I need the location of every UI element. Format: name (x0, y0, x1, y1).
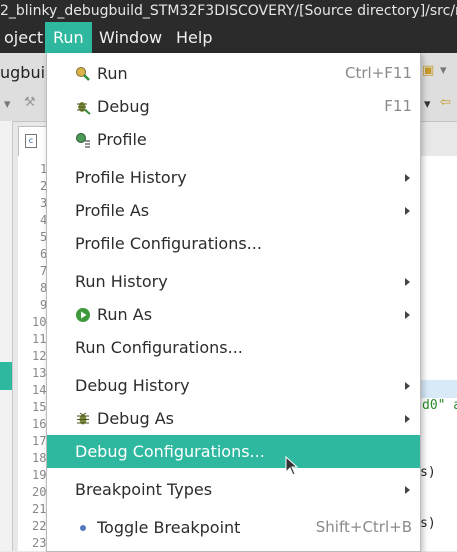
menu-item-debug[interactable]: Debug F11 (47, 90, 420, 123)
dropdown-arrow-icon[interactable]: ▾ (440, 63, 447, 78)
menu-help[interactable]: Help (168, 22, 220, 53)
line-number: 20 (32, 485, 47, 499)
open-folder-icon[interactable]: ▣ (422, 63, 434, 78)
left-panel (0, 121, 13, 551)
line-number: 12 (32, 349, 47, 363)
line-number: 17 (32, 434, 47, 448)
code-fragment: d0" a (422, 398, 457, 413)
menu-item-debug-as[interactable]: Debug As (47, 402, 420, 435)
debug-as-icon (77, 412, 89, 425)
menu-item-label: Toggle Breakpoint (97, 518, 241, 537)
left-panel-selection (0, 362, 12, 390)
menu-item-debug-configurations[interactable]: Debug Configurations... (47, 435, 420, 468)
menu-item-label: Run History (75, 272, 168, 291)
menu-item-run[interactable]: Run Ctrl+F11 (47, 57, 420, 90)
menu-item-label: Debug As (97, 409, 174, 428)
dropdown-arrow-icon[interactable]: ▾ (424, 97, 431, 112)
window-title: 2_blinky_debugbuild_STM32F3DISCOVERY/[So… (0, 0, 457, 22)
menu-item-profile-as[interactable]: Profile As (47, 194, 420, 227)
toolbar-config-label[interactable]: ugbuil (0, 63, 49, 82)
line-number: 21 (32, 502, 47, 516)
submenu-arrow-icon (405, 278, 410, 286)
submenu-arrow-icon (405, 486, 410, 494)
menu-project[interactable]: oject (0, 22, 51, 53)
menu-run[interactable]: Run (45, 22, 92, 53)
line-number: 15 (32, 400, 47, 414)
submenu-arrow-icon (405, 207, 410, 215)
menu-item-label: Profile History (75, 168, 187, 187)
menu-item-label: Debug History (75, 376, 190, 395)
menu-item-label: Breakpoint Types (75, 480, 213, 499)
mouse-cursor-icon (285, 456, 299, 476)
submenu-arrow-icon (405, 382, 410, 390)
line-number-gutter: 1 2 3 4 5 6 7 8 9 10 11 12 13 14 15 16 1… (18, 158, 48, 551)
menu-item-run-history[interactable]: Run History (47, 265, 420, 298)
line-number: 19 (32, 468, 47, 482)
menu-item-label: Debug Configurations... (75, 442, 265, 461)
line-number: 13 (32, 366, 47, 380)
run-icon (76, 67, 90, 81)
menu-item-profile-history[interactable]: Profile History (47, 161, 420, 194)
submenu-arrow-icon (405, 174, 410, 182)
debug-icon (77, 102, 91, 115)
menu-item-run-configurations[interactable]: Run Configurations... (47, 331, 420, 364)
menu-item-label: Run As (97, 305, 153, 324)
hammer-icon[interactable]: ⚒ (24, 95, 36, 110)
line-number: 22 (32, 519, 47, 533)
menu-item-profile[interactable]: Profile (47, 123, 420, 156)
menu-bar: oject Run Window Help (0, 22, 457, 53)
profile-icon (76, 133, 90, 148)
shortcut-label: F11 (384, 97, 412, 115)
c-file-icon: c (25, 134, 37, 148)
run-as-icon (76, 308, 90, 322)
menu-item-label: Profile As (75, 201, 150, 220)
line-number: 18 (32, 451, 47, 465)
line-number: 10 (32, 315, 47, 329)
menu-item-label: Run (97, 64, 128, 83)
menu-item-toggle-breakpoint[interactable]: Toggle Breakpoint Shift+Ctrl+B (47, 511, 420, 544)
menu-item-label: Debug (97, 97, 150, 116)
menu-item-label: Profile Configurations... (75, 234, 262, 253)
line-number: 23 (32, 536, 47, 550)
line-number: 16 (32, 417, 47, 431)
submenu-arrow-icon (405, 311, 410, 319)
menu-item-debug-history[interactable]: Debug History (47, 369, 420, 402)
code-fragment: s) (420, 516, 436, 531)
menu-item-profile-configurations[interactable]: Profile Configurations... (47, 227, 420, 260)
breakpoint-icon (80, 525, 86, 531)
submenu-arrow-icon (405, 415, 410, 423)
code-fragment: s) (420, 465, 436, 480)
dropdown-arrow-icon[interactable]: ▾ (4, 97, 11, 112)
back-arrow-icon[interactable]: ⇦ (440, 95, 451, 110)
menu-window[interactable]: Window (91, 22, 170, 53)
menu-item-label: Run Configurations... (75, 338, 243, 357)
run-menu: Run Ctrl+F11 Debug F11 Profile Profile H… (46, 53, 421, 552)
menu-item-label: Profile (97, 130, 147, 149)
menu-item-breakpoint-types[interactable]: Breakpoint Types (47, 473, 420, 506)
line-number: 14 (32, 383, 47, 397)
shortcut-label: Ctrl+F11 (345, 64, 412, 82)
menu-item-run-as[interactable]: Run As (47, 298, 420, 331)
shortcut-label: Shift+Ctrl+B (315, 518, 412, 536)
line-number: 11 (32, 332, 47, 346)
